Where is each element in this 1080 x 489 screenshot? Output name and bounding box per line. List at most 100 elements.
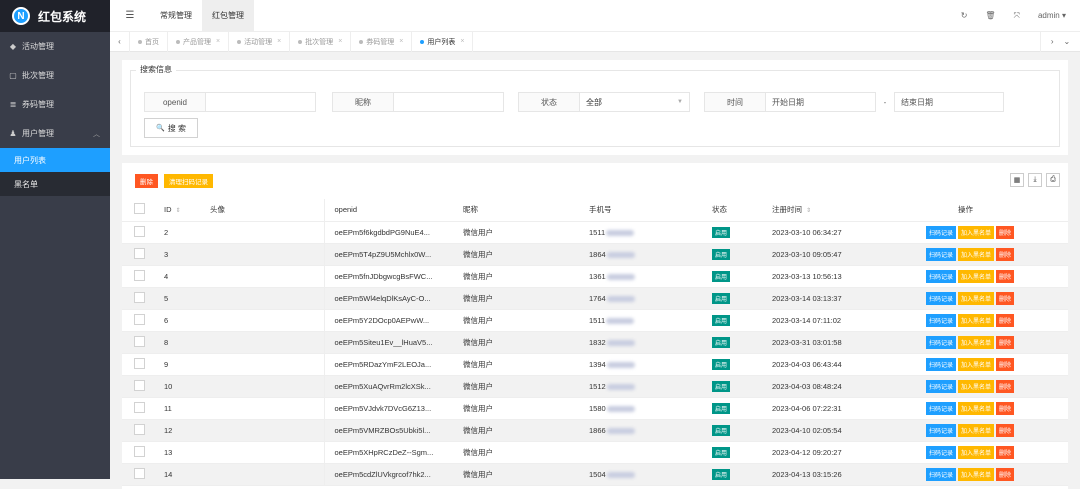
row-delete-button[interactable]: 删除 — [996, 357, 1015, 371]
close-icon[interactable]: × — [460, 38, 464, 45]
top-tab-redpacket[interactable]: 红包管理 — [202, 0, 254, 32]
add-blacklist-button[interactable]: 加入黑名单 — [958, 269, 995, 283]
table-row[interactable]: 10 oeEPm5XuAQvrRm2lcXSk... 微信用户 1512 启用 2023-… — [122, 375, 1068, 398]
page-tab-batch[interactable]: 批次管理 × — [290, 31, 352, 52]
sidebar-item-user-list[interactable]: 用户列表 — [0, 148, 110, 172]
row-checkbox[interactable] — [134, 445, 145, 457]
user-menu[interactable]: admin ▾ — [1038, 11, 1066, 20]
row-checkbox[interactable] — [134, 335, 145, 347]
select-all-checkbox[interactable] — [134, 203, 145, 215]
sort-icon[interactable]: ⇕ — [176, 208, 181, 214]
row-checkbox[interactable] — [134, 357, 145, 369]
sidebar-item-users[interactable]: ♟ 用户管理 ︿ — [0, 119, 110, 148]
scan-record-button[interactable]: 扫码记录 — [926, 225, 957, 239]
scan-record-button[interactable]: 扫码记录 — [926, 313, 957, 327]
menu-toggle-icon[interactable]: ☰ — [110, 10, 150, 21]
scan-record-button[interactable]: 扫码记录 — [926, 379, 957, 393]
col-id[interactable]: ID ⇕ — [154, 199, 200, 222]
add-blacklist-button[interactable]: 加入黑名单 — [958, 313, 995, 327]
chevron-down-icon[interactable]: ⌄ — [1063, 37, 1070, 46]
row-delete-button[interactable]: 删除 — [996, 225, 1015, 239]
clear-scan-button[interactable]: 清理扫码记录 — [164, 174, 213, 188]
page-tab-activity[interactable]: 活动管理 × — [229, 31, 291, 52]
row-delete-button[interactable]: 删除 — [996, 247, 1015, 261]
table-row[interactable]: 13 oeEPm5XHpRCzDeZ--Sgm... 微信用户 启用 2023-04-1… — [122, 441, 1068, 464]
close-icon[interactable]: × — [338, 38, 342, 45]
openid-input[interactable] — [206, 92, 316, 112]
tabs-prev-icon[interactable]: ‹ — [110, 31, 130, 52]
table-row[interactable]: 5 oeEPm5Wl4elqDlKsAyC-O... 微信用户 1764 启用 2023-… — [122, 287, 1068, 310]
add-blacklist-button[interactable]: 加入黑名单 — [958, 445, 995, 459]
page-tab-coupon[interactable]: 券码管理 × — [351, 31, 413, 52]
table-row[interactable]: 6 oeEPm5Y2DOcp0AEPwW... 微信用户 1511 启用 2023-03-… — [122, 309, 1068, 332]
table-row[interactable]: 4 oeEPm5fnJDbgwcgBsFWC... 微信用户 1361 启用 2023-0… — [122, 265, 1068, 288]
end-date-input[interactable]: 结束日期 — [894, 92, 1004, 112]
table-row[interactable]: 3 oeEPm5T4pZ9U5Mchlx0W... 微信用户 1864 启用 2023-0… — [122, 243, 1068, 266]
row-checkbox[interactable] — [134, 225, 145, 237]
row-checkbox[interactable] — [134, 467, 145, 479]
table-row[interactable]: 14 oeEPm5cdZlUVkgrcof7hk2... 微信用户 1504 启用 202… — [122, 463, 1068, 486]
page-tab-user-list[interactable]: 用户列表 × — [412, 31, 474, 52]
table-row[interactable]: 12 oeEPm5VMRZBOs5Ubki5l... 微信用户 1866 启用 2023-… — [122, 419, 1068, 442]
close-icon[interactable]: × — [399, 38, 403, 45]
row-delete-button[interactable]: 删除 — [996, 401, 1015, 415]
table-row[interactable]: 9 oeEPm5RDazYmF2LEOJa... 微信用户 1394 启用 2023-04… — [122, 353, 1068, 376]
start-date-input[interactable]: 开始日期 — [766, 92, 876, 112]
sort-icon[interactable]: ⇕ — [806, 208, 811, 214]
add-blacklist-button[interactable]: 加入黑名单 — [958, 335, 995, 349]
row-delete-button[interactable]: 删除 — [996, 291, 1015, 305]
add-blacklist-button[interactable]: 加入黑名单 — [958, 225, 995, 239]
add-blacklist-button[interactable]: 加入黑名单 — [958, 357, 995, 371]
row-checkbox[interactable] — [134, 291, 145, 303]
page-tab-product[interactable]: 产品管理 × — [168, 31, 230, 52]
scan-record-button[interactable]: 扫码记录 — [926, 247, 957, 261]
sidebar-item-batch[interactable]: ▢ 批次管理 — [0, 61, 110, 90]
add-blacklist-button[interactable]: 加入黑名单 — [958, 401, 995, 415]
nick-input[interactable] — [394, 92, 504, 112]
scan-record-button[interactable]: 扫码记录 — [926, 269, 957, 283]
sidebar-item-coupon[interactable]: ≣ 券码管理 — [0, 90, 110, 119]
add-blacklist-button[interactable]: 加入黑名单 — [958, 379, 995, 393]
scan-record-button[interactable]: 扫码记录 — [926, 291, 957, 305]
top-tab-general[interactable]: 常规管理 — [150, 0, 202, 32]
row-checkbox[interactable] — [134, 247, 145, 259]
row-checkbox[interactable] — [134, 379, 145, 391]
status-select[interactable]: 全部 ▼ — [580, 92, 690, 112]
close-icon[interactable]: × — [277, 38, 281, 45]
search-button[interactable]: 🔍 搜 索 — [144, 118, 198, 138]
columns-icon[interactable]: ▦ — [1010, 173, 1024, 187]
scan-record-button[interactable]: 扫码记录 — [926, 423, 957, 437]
row-checkbox[interactable] — [134, 313, 145, 325]
col-reg-time[interactable]: 注册时间 ⇕ — [770, 199, 908, 222]
export-icon[interactable]: ⤓ — [1028, 173, 1042, 187]
row-checkbox[interactable] — [134, 401, 145, 413]
table-row[interactable]: 8 oeEPm5Siteu1Ev__lHuaV5... 微信用户 1832 启用 2023… — [122, 331, 1068, 354]
tabs-next-icon[interactable]: › — [1051, 37, 1054, 46]
trash-icon[interactable]: 🗑 — [985, 11, 995, 20]
add-blacklist-button[interactable]: 加入黑名单 — [958, 423, 995, 437]
add-blacklist-button[interactable]: 加入黑名单 — [958, 247, 995, 261]
add-blacklist-button[interactable]: 加入黑名单 — [958, 291, 995, 305]
scan-record-button[interactable]: 扫码记录 — [926, 401, 957, 415]
close-icon[interactable]: × — [216, 38, 220, 45]
table-row[interactable]: 11 oeEPm5VJdvk7DVcG6Z13... 微信用户 1580 启用 2023-… — [122, 397, 1068, 420]
row-checkbox[interactable] — [134, 423, 145, 435]
page-tab-home[interactable]: 首页 — [130, 31, 168, 52]
table-row[interactable]: 2 oeEPm5f6kgdbdPG9NuE4... 微信用户 1511 启用 2023-0… — [122, 221, 1068, 244]
row-delete-button[interactable]: 删除 — [996, 313, 1015, 327]
refresh-icon[interactable]: ↻ — [961, 11, 968, 20]
row-delete-button[interactable]: 删除 — [996, 445, 1015, 459]
row-delete-button[interactable]: 删除 — [996, 269, 1015, 283]
row-delete-button[interactable]: 删除 — [996, 379, 1015, 393]
scan-record-button[interactable]: 扫码记录 — [926, 335, 957, 349]
print-icon[interactable]: ⎙ — [1046, 173, 1060, 187]
fullscreen-icon[interactable]: ⤧ — [1014, 11, 1020, 21]
logo[interactable]: N 红包系统 — [0, 0, 110, 32]
scan-record-button[interactable]: 扫码记录 — [926, 445, 957, 459]
sidebar-item-activity[interactable]: ◆ 活动管理 — [0, 32, 110, 61]
delete-button[interactable]: 删除 — [135, 174, 158, 188]
row-delete-button[interactable]: 删除 — [996, 335, 1015, 349]
row-checkbox[interactable] — [134, 269, 145, 281]
row-delete-button[interactable]: 删除 — [996, 423, 1015, 437]
scan-record-button[interactable]: 扫码记录 — [926, 357, 957, 371]
